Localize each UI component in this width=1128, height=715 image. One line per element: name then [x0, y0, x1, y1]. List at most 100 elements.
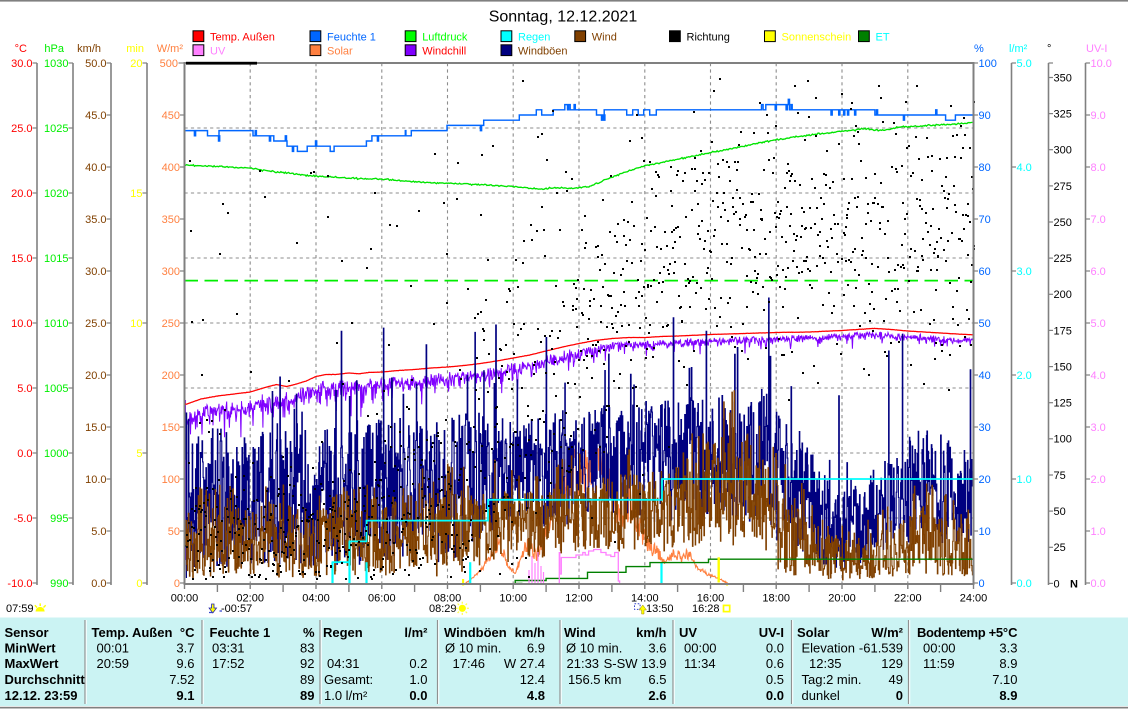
svg-text:l/m²: l/m²: [404, 625, 428, 640]
svg-text:17:52: 17:52: [212, 656, 245, 671]
svg-text:Elevation: Elevation: [802, 641, 855, 656]
svg-text:Temp. Außen: Temp. Außen: [210, 32, 275, 44]
svg-text:4.0: 4.0: [1091, 370, 1106, 382]
svg-text:MaxWert: MaxWert: [5, 656, 60, 671]
svg-text:8.9: 8.9: [999, 656, 1017, 671]
svg-text:0.0: 0.0: [17, 448, 32, 460]
svg-text:75: 75: [1054, 470, 1066, 482]
svg-text:16:28: 16:28: [692, 603, 720, 615]
svg-text:Solar: Solar: [797, 625, 830, 640]
svg-text:dunkel: dunkel: [802, 688, 840, 703]
svg-text:175: 175: [1054, 325, 1072, 337]
svg-text:10: 10: [130, 318, 142, 330]
svg-text:W/m²: W/m²: [157, 43, 184, 55]
svg-text:150: 150: [162, 422, 180, 434]
svg-text:1010: 1010: [44, 318, 68, 330]
svg-text:60: 60: [979, 266, 991, 278]
svg-text:0: 0: [896, 688, 903, 703]
svg-text:50: 50: [979, 318, 991, 330]
svg-text:Durchschnitt: Durchschnitt: [5, 672, 86, 687]
svg-text:10.0: 10.0: [85, 474, 106, 486]
svg-text:100: 100: [979, 58, 997, 70]
svg-text:1025: 1025: [44, 123, 68, 135]
svg-text:0: 0: [136, 578, 142, 590]
svg-text:1000: 1000: [44, 448, 68, 460]
svg-text:89: 89: [300, 688, 314, 703]
svg-text:MinWert: MinWert: [5, 641, 57, 656]
svg-text:9.0: 9.0: [1091, 110, 1106, 122]
svg-text:6.0: 6.0: [1091, 266, 1106, 278]
svg-text:°C: °C: [15, 43, 27, 55]
svg-text:83: 83: [300, 641, 314, 656]
svg-text:0: 0: [174, 578, 180, 590]
svg-text:ET: ET: [876, 32, 890, 44]
svg-text:20.0: 20.0: [85, 370, 106, 382]
svg-text:40.0: 40.0: [85, 162, 106, 174]
svg-text:Feuchte 1: Feuchte 1: [327, 32, 376, 44]
svg-text:70: 70: [979, 214, 991, 226]
svg-text:7.52: 7.52: [169, 672, 194, 687]
svg-text:hPa: hPa: [44, 43, 64, 55]
svg-text:40: 40: [979, 370, 991, 382]
svg-text:15.0: 15.0: [85, 422, 106, 434]
svg-text:1015: 1015: [44, 253, 68, 265]
svg-text:250: 250: [162, 318, 180, 330]
svg-text:km/h: km/h: [636, 625, 666, 640]
svg-text:0.0: 0.0: [1017, 578, 1032, 590]
svg-text:W/m²: W/m²: [871, 625, 903, 640]
svg-text:5.0: 5.0: [1017, 58, 1032, 70]
svg-text:7.10: 7.10: [992, 672, 1017, 687]
svg-text:275: 275: [1054, 181, 1072, 193]
svg-text:10.0: 10.0: [1091, 58, 1112, 70]
svg-text:11:34: 11:34: [684, 656, 716, 671]
svg-text:13:50: 13:50: [646, 603, 674, 615]
svg-text:0: 0: [979, 578, 985, 590]
svg-text:Tag:2 min.: Tag:2 min.: [802, 672, 862, 687]
svg-text:45.0: 45.0: [85, 110, 106, 122]
svg-text:15.0: 15.0: [11, 253, 32, 265]
svg-text:0.6: 0.6: [766, 656, 784, 671]
svg-text:125: 125: [1054, 398, 1072, 410]
svg-text:90: 90: [979, 110, 991, 122]
svg-text:7.0: 7.0: [1091, 214, 1106, 226]
svg-text:00:00: 00:00: [923, 641, 956, 656]
svg-text:Sonntag, 12.12.2021: Sonntag, 12.12.2021: [489, 9, 638, 26]
svg-text:5: 5: [136, 448, 142, 460]
svg-text:-61.539: -61.539: [859, 641, 903, 656]
svg-text:-5.0: -5.0: [14, 513, 33, 525]
svg-text:156.5 km: 156.5 km: [568, 672, 621, 687]
svg-text:20: 20: [130, 58, 142, 70]
svg-text:3.3: 3.3: [999, 641, 1017, 656]
svg-text:%: %: [303, 625, 315, 640]
svg-text:12:35: 12:35: [809, 656, 842, 671]
svg-text:°C: °C: [1003, 625, 1018, 640]
svg-text:200: 200: [162, 370, 180, 382]
svg-text:11:59: 11:59: [923, 656, 955, 671]
svg-text:1.0: 1.0: [409, 672, 427, 687]
svg-text:24:00: 24:00: [960, 593, 988, 605]
svg-text:Feuchte 1: Feuchte 1: [210, 625, 271, 640]
svg-text:3.0: 3.0: [1091, 422, 1106, 434]
svg-text:UV: UV: [210, 46, 226, 58]
svg-text:350: 350: [162, 214, 180, 226]
svg-text:17:46: 17:46: [453, 656, 486, 671]
svg-text:0.5: 0.5: [766, 672, 784, 687]
svg-text:20:59: 20:59: [97, 656, 130, 671]
svg-text:30.0: 30.0: [11, 58, 32, 70]
svg-text:04:31: 04:31: [327, 656, 360, 671]
svg-text:8.9: 8.9: [999, 688, 1017, 703]
svg-text:min: min: [126, 43, 144, 55]
svg-text:1.0: 1.0: [1091, 526, 1106, 538]
svg-text:500: 500: [160, 58, 178, 70]
svg-text:350: 350: [1054, 72, 1072, 84]
svg-text:-10.0: -10.0: [7, 578, 32, 590]
svg-text:0.0: 0.0: [409, 688, 427, 703]
svg-text:0: 0: [1054, 578, 1060, 590]
svg-text:5.0: 5.0: [1091, 318, 1106, 330]
svg-text:50: 50: [168, 526, 180, 538]
svg-text:2.0: 2.0: [1091, 474, 1106, 486]
svg-text:225: 225: [1054, 253, 1072, 265]
svg-text:3.0: 3.0: [1017, 266, 1032, 278]
svg-text:1020: 1020: [44, 188, 68, 200]
svg-text:12.4: 12.4: [520, 672, 545, 687]
